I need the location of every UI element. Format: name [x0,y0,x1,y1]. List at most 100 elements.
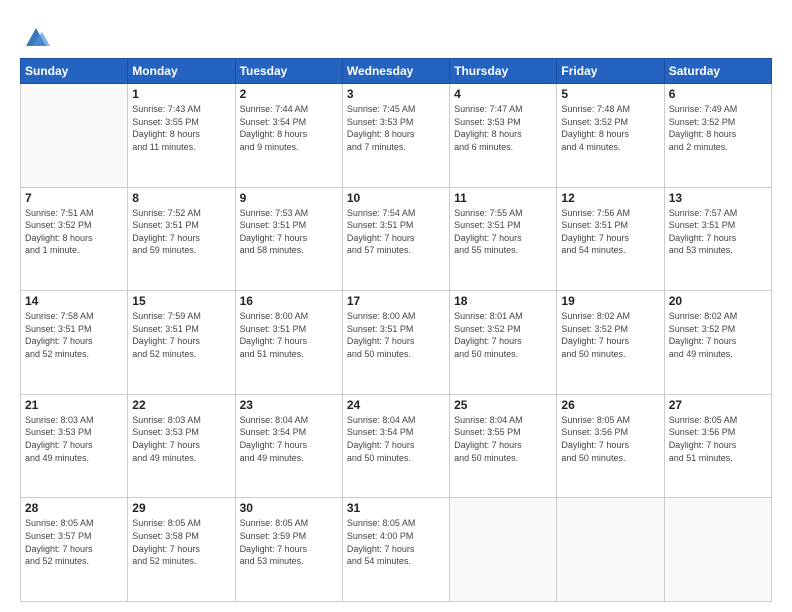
day-number: 5 [561,87,659,101]
calendar-cell: 5 Sunrise: 7:48 AM Sunset: 3:52 PM Daylig… [557,84,664,188]
weekday-header: Monday [128,59,235,84]
day-info: Sunrise: 7:57 AM Sunset: 3:51 PM Dayligh… [669,207,767,257]
day-number: 13 [669,191,767,205]
day-number: 4 [454,87,552,101]
day-info: Sunrise: 8:00 AM Sunset: 3:51 PM Dayligh… [240,310,338,360]
day-number: 6 [669,87,767,101]
day-info: Sunrise: 8:03 AM Sunset: 3:53 PM Dayligh… [25,414,123,464]
day-info: Sunrise: 8:05 AM Sunset: 3:57 PM Dayligh… [25,517,123,567]
logo-icon [22,22,50,50]
day-number: 31 [347,501,445,515]
calendar-week-row: 7 Sunrise: 7:51 AM Sunset: 3:52 PM Daylig… [21,187,772,291]
day-info: Sunrise: 7:54 AM Sunset: 3:51 PM Dayligh… [347,207,445,257]
day-info: Sunrise: 8:05 AM Sunset: 3:58 PM Dayligh… [132,517,230,567]
day-number: 18 [454,294,552,308]
day-info: Sunrise: 7:52 AM Sunset: 3:51 PM Dayligh… [132,207,230,257]
calendar-cell: 12 Sunrise: 7:56 AM Sunset: 3:51 PM Dayli… [557,187,664,291]
calendar-cell: 26 Sunrise: 8:05 AM Sunset: 3:56 PM Dayli… [557,394,664,498]
day-number: 20 [669,294,767,308]
day-number: 7 [25,191,123,205]
day-number: 28 [25,501,123,515]
day-number: 12 [561,191,659,205]
day-number: 10 [347,191,445,205]
weekday-header: Tuesday [235,59,342,84]
calendar-cell: 13 Sunrise: 7:57 AM Sunset: 3:51 PM Dayli… [664,187,771,291]
day-info: Sunrise: 7:49 AM Sunset: 3:52 PM Dayligh… [669,103,767,153]
day-number: 22 [132,398,230,412]
day-info: Sunrise: 7:44 AM Sunset: 3:54 PM Dayligh… [240,103,338,153]
calendar-cell: 23 Sunrise: 8:04 AM Sunset: 3:54 PM Dayli… [235,394,342,498]
calendar-cell: 31 Sunrise: 8:05 AM Sunset: 4:00 PM Dayli… [342,498,449,602]
day-info: Sunrise: 8:04 AM Sunset: 3:54 PM Dayligh… [240,414,338,464]
day-number: 26 [561,398,659,412]
weekday-header: Friday [557,59,664,84]
calendar-week-row: 14 Sunrise: 7:58 AM Sunset: 3:51 PM Dayli… [21,291,772,395]
day-number: 27 [669,398,767,412]
calendar-cell [557,498,664,602]
calendar-cell: 7 Sunrise: 7:51 AM Sunset: 3:52 PM Daylig… [21,187,128,291]
calendar-week-row: 21 Sunrise: 8:03 AM Sunset: 3:53 PM Dayli… [21,394,772,498]
calendar-cell: 3Sunrise: 7:45 AM Sunset: 3:53 PM Daylig… [342,84,449,188]
day-number: 15 [132,294,230,308]
day-info: Sunrise: 7:53 AM Sunset: 3:51 PM Dayligh… [240,207,338,257]
calendar-cell: 6 Sunrise: 7:49 AM Sunset: 3:52 PM Daylig… [664,84,771,188]
calendar-week-row: 1Sunrise: 7:43 AM Sunset: 3:55 PM Daylig… [21,84,772,188]
day-info: Sunrise: 7:59 AM Sunset: 3:51 PM Dayligh… [132,310,230,360]
day-info: Sunrise: 7:56 AM Sunset: 3:51 PM Dayligh… [561,207,659,257]
day-info: Sunrise: 7:51 AM Sunset: 3:52 PM Dayligh… [25,207,123,257]
day-info: Sunrise: 7:47 AM Sunset: 3:53 PM Dayligh… [454,103,552,153]
day-number: 1 [132,87,230,101]
day-info: Sunrise: 7:48 AM Sunset: 3:52 PM Dayligh… [561,103,659,153]
calendar-cell: 15 Sunrise: 7:59 AM Sunset: 3:51 PM Dayli… [128,291,235,395]
header [20,18,772,50]
calendar-cell: 11 Sunrise: 7:55 AM Sunset: 3:51 PM Dayli… [450,187,557,291]
day-number: 11 [454,191,552,205]
day-info: Sunrise: 8:05 AM Sunset: 4:00 PM Dayligh… [347,517,445,567]
day-number: 23 [240,398,338,412]
day-info: Sunrise: 7:55 AM Sunset: 3:51 PM Dayligh… [454,207,552,257]
day-info: Sunrise: 8:05 AM Sunset: 3:56 PM Dayligh… [561,414,659,464]
calendar-cell: 2Sunrise: 7:44 AM Sunset: 3:54 PM Daylig… [235,84,342,188]
calendar-table: SundayMondayTuesdayWednesdayThursdayFrid… [20,58,772,602]
weekday-header: Wednesday [342,59,449,84]
day-number: 30 [240,501,338,515]
calendar-header-row: SundayMondayTuesdayWednesdayThursdayFrid… [21,59,772,84]
calendar-cell [21,84,128,188]
day-info: Sunrise: 8:00 AM Sunset: 3:51 PM Dayligh… [347,310,445,360]
calendar-week-row: 28 Sunrise: 8:05 AM Sunset: 3:57 PM Dayli… [21,498,772,602]
calendar-cell [664,498,771,602]
day-number: 3 [347,87,445,101]
day-info: Sunrise: 8:04 AM Sunset: 3:54 PM Dayligh… [347,414,445,464]
calendar-cell: 8Sunrise: 7:52 AM Sunset: 3:51 PM Daylig… [128,187,235,291]
calendar-cell: 30 Sunrise: 8:05 AM Sunset: 3:59 PM Dayli… [235,498,342,602]
day-number: 16 [240,294,338,308]
calendar-cell: 10 Sunrise: 7:54 AM Sunset: 3:51 PM Dayli… [342,187,449,291]
logo [20,22,50,50]
day-info: Sunrise: 7:58 AM Sunset: 3:51 PM Dayligh… [25,310,123,360]
calendar-cell: 18 Sunrise: 8:01 AM Sunset: 3:52 PM Dayli… [450,291,557,395]
day-info: Sunrise: 8:05 AM Sunset: 3:56 PM Dayligh… [669,414,767,464]
calendar-cell [450,498,557,602]
day-number: 21 [25,398,123,412]
calendar-cell: 22 Sunrise: 8:03 AM Sunset: 3:53 PM Dayli… [128,394,235,498]
day-number: 14 [25,294,123,308]
day-info: Sunrise: 8:01 AM Sunset: 3:52 PM Dayligh… [454,310,552,360]
day-number: 9 [240,191,338,205]
weekday-header: Thursday [450,59,557,84]
day-number: 17 [347,294,445,308]
calendar-cell: 1Sunrise: 7:43 AM Sunset: 3:55 PM Daylig… [128,84,235,188]
day-info: Sunrise: 8:04 AM Sunset: 3:55 PM Dayligh… [454,414,552,464]
calendar-cell: 17 Sunrise: 8:00 AM Sunset: 3:51 PM Dayli… [342,291,449,395]
calendar-cell: 4 Sunrise: 7:47 AM Sunset: 3:53 PM Daylig… [450,84,557,188]
weekday-header: Sunday [21,59,128,84]
day-info: Sunrise: 8:03 AM Sunset: 3:53 PM Dayligh… [132,414,230,464]
calendar-cell: 9 Sunrise: 7:53 AM Sunset: 3:51 PM Daylig… [235,187,342,291]
calendar-cell: 28 Sunrise: 8:05 AM Sunset: 3:57 PM Dayli… [21,498,128,602]
day-number: 29 [132,501,230,515]
weekday-header: Saturday [664,59,771,84]
day-info: Sunrise: 8:02 AM Sunset: 3:52 PM Dayligh… [561,310,659,360]
calendar-cell: 16 Sunrise: 8:00 AM Sunset: 3:51 PM Dayli… [235,291,342,395]
day-number: 25 [454,398,552,412]
calendar-cell: 21 Sunrise: 8:03 AM Sunset: 3:53 PM Dayli… [21,394,128,498]
day-info: Sunrise: 8:05 AM Sunset: 3:59 PM Dayligh… [240,517,338,567]
